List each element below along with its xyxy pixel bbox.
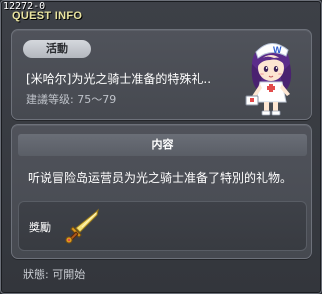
status-value: 可開始	[52, 268, 86, 281]
reward-box: 獎勵	[18, 201, 307, 251]
level-label: 建議等级:	[26, 93, 74, 106]
recommended-level: 建議等级: 75～79	[26, 91, 116, 107]
quest-status: 狀態: 可開始	[23, 266, 85, 282]
golden-sword-icon[interactable]	[62, 208, 100, 246]
quest-category-badge: 活動	[23, 40, 91, 58]
quest-title: [米哈尔]为光之骑士准备的特殊礼..	[26, 70, 211, 87]
level-range: 75～79	[77, 93, 117, 106]
quest-title-text: [米哈尔]为光之骑士准备的特殊礼	[26, 72, 204, 86]
quest-summary-panel: 活動 [米哈尔]为光之骑士准备的特殊礼.. 建議等级: 75～79 W	[11, 29, 312, 120]
reward-label: 獎勵	[29, 221, 51, 234]
svg-text:W: W	[273, 45, 282, 55]
quest-info-window: 12272-0 QUEST INFO 活動 [米哈尔]为光之骑士准备的特殊礼..…	[0, 0, 322, 294]
quest-details-panel: 内容 听说冒险岛运营员为光之骑士准备了特別的礼物。 獎勵	[11, 124, 312, 259]
quest-title-ellipsis: ..	[203, 72, 212, 86]
window-title: QUEST INFO	[12, 10, 83, 22]
status-label: 狀態:	[23, 268, 49, 281]
quest-description: 听说冒险岛运营员为光之骑士准备了特別的礼物。	[28, 171, 293, 185]
npc-nurse-portrait-icon: W	[245, 43, 292, 116]
content-section-header: 内容	[18, 134, 307, 156]
